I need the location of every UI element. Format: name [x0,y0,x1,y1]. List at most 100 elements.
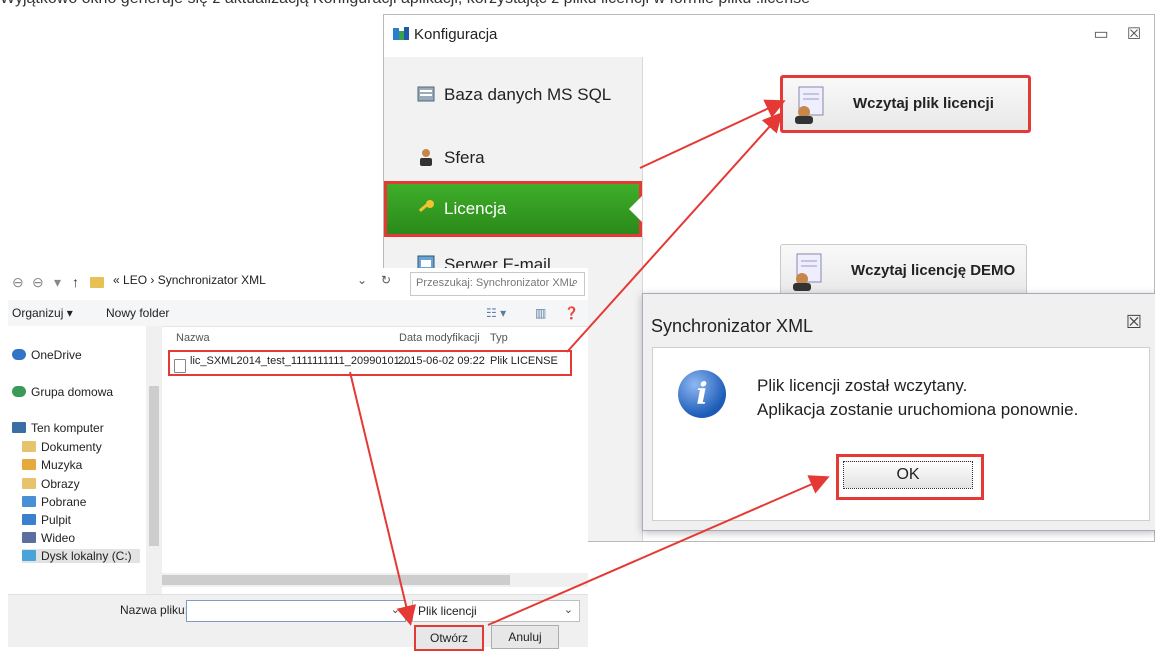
close-button[interactable]: ☒ [1122,23,1146,47]
tree-label-videos: Wideo [41,531,76,545]
window-title: Konfiguracja [414,26,498,43]
forward-arrow-icon[interactable]: ⊖ [32,274,44,291]
user-icon [420,149,432,166]
back-arrow-icon[interactable]: ⊖ [12,274,24,291]
folder-icon [90,274,109,290]
load-license-button[interactable]: Wczytaj plik licencji [780,75,1031,133]
tree-label-desktop: Pulpit [41,513,72,527]
up-arrow-icon[interactable]: ↑ [72,274,79,290]
key-icon [418,200,434,212]
load-license-label: Wczytaj plik licencji [853,95,994,112]
tree-label-downloads: Pobrane [41,495,87,509]
tree-label-music: Muzyka [41,458,83,472]
ok-button[interactable]: OK [836,454,984,500]
breadcrumb-separator: › [150,273,155,287]
desktop-folder-icon [22,514,36,525]
nav-item-licencja[interactable]: Licencja [384,181,642,237]
nav-label-licencja: Licencja [444,199,507,218]
file-type: Plik LICENSE [490,355,558,367]
info-icon: i [678,370,726,418]
message-line-1: Plik licencji został wczytany. [757,376,968,395]
view-options-icon[interactable]: ☷ ▾ [486,306,506,320]
nav-item-database[interactable]: Baza danych MS SQL [384,67,642,123]
message-title: Synchronizator XML [651,316,814,336]
tree-downloads[interactable]: Pobrane [22,495,86,509]
file-list: Nazwa Data modyfikacji Typ lic_SXML2014_… [162,326,588,596]
tree-onedrive[interactable]: OneDrive [12,348,82,362]
dropdown-icon[interactable]: ▾ [54,274,61,291]
filename-dropdown-icon[interactable]: ⌄ [391,603,400,616]
tree-videos[interactable]: Wideo [22,531,75,545]
tree-documents[interactable]: Dokumenty [22,440,102,454]
onedrive-icon [12,349,26,360]
column-type[interactable]: Typ [490,332,508,344]
breadcrumb-leo[interactable]: LEO [123,273,147,287]
drive-icon [22,550,36,561]
tree-local-disk[interactable]: Dysk lokalny (C:) [22,549,140,563]
navigation-tree: OneDrive Grupa domowa Ten komputer Dokum… [8,326,149,596]
organize-button[interactable]: Organizuj ▾ [12,306,73,320]
load-demo-button[interactable]: Wczytaj licencję DEMO [780,244,1027,298]
file-date: 2015-06-02 09:22 [398,355,485,367]
nav-label-database: Baza danych MS SQL [444,85,612,104]
tree-desktop[interactable]: Pulpit [22,513,71,527]
address-bar: ⊖ ⊖ ▾ ↑ « LEO › Synchronizator XML ⌄ ↻ P… [8,268,588,300]
nav-item-sfera[interactable]: Sfera [384,130,642,186]
computer-icon [12,422,26,433]
breadcrumb-more[interactable]: « [113,273,120,287]
title-bar: Konfiguracja ▭ ☒ [384,15,1154,57]
tree-computer[interactable]: Ten komputer [12,421,104,435]
tree-homegroup[interactable]: Grupa domowa [12,385,113,399]
folder-icon [22,441,36,452]
message-body: i Plik licencji został wczytany. Aplikac… [652,347,1150,521]
column-date[interactable]: Data modyfikacji [399,332,480,344]
search-icon: ⌕ [571,276,578,288]
file-type-select[interactable]: Plik licencji ⌄ [412,600,580,622]
tree-pictures[interactable]: Obrazy [22,477,80,491]
dialog-bottom-bar: Nazwa pliku: ⌄ Plik licencji ⌄ Otwórz An… [8,594,588,651]
file-type-dropdown-icon[interactable]: ⌄ [564,603,573,616]
message-box: Synchronizator XML ☒ i Plik licencji zos… [642,293,1155,531]
filename-input[interactable]: ⌄ [186,600,406,622]
preview-pane-icon[interactable]: ▥ [535,306,546,320]
file-list-scrollbar[interactable] [148,573,588,587]
certificate-demo-icon [793,253,822,291]
intro-text: Wyjątkowo okno generuje się z aktualizac… [0,0,810,8]
file-name: lic_SXML2014_test_1111111111_20990101...… [190,355,413,367]
filename-label: Nazwa pliku: [120,603,189,617]
refresh-icon[interactable]: ↻ [381,273,391,287]
active-pointer [629,196,642,222]
ok-label: OK [843,461,973,489]
message-close-button[interactable]: ☒ [1126,312,1142,333]
toolbar: Organizuj ▾ Nowy folder ☷ ▾ ▥ ❓ [8,300,588,327]
path-dropdown-icon[interactable]: ⌄ [357,273,367,287]
breadcrumb[interactable]: « LEO › Synchronizator XML ⌄ ↻ [113,273,403,295]
cancel-button[interactable]: Anuluj [491,625,559,649]
minimize-button[interactable]: ▭ [1089,23,1113,47]
new-folder-button[interactable]: Nowy folder [106,306,169,320]
tree-label-local-disk: Dysk lokalny (C:) [41,549,132,563]
file-type-value: Plik licencji [418,604,477,618]
tree-scrollbar[interactable] [146,326,162,596]
breadcrumb-current[interactable]: Synchronizator XML [158,273,266,287]
homegroup-icon [12,386,26,397]
music-folder-icon [22,459,36,470]
message-line-2: Aplikacja zostanie uruchomiona ponownie. [757,400,1079,419]
search-input[interactable]: Przeszukaj: Synchronizator XML ⌕ [410,272,585,296]
database-icon [417,86,435,102]
open-button[interactable]: Otwórz [414,625,484,651]
tree-label-pictures: Obrazy [41,477,80,491]
tree-music[interactable]: Muzyka [22,458,82,472]
nav-label-sfera: Sfera [444,148,485,167]
tree-label-computer: Ten komputer [31,421,104,435]
help-icon[interactable]: ❓ [564,306,579,320]
file-list-scroll-thumb[interactable] [162,575,510,585]
certificate-icon [795,86,824,124]
load-demo-label: Wczytaj licencję DEMO [851,262,1016,279]
tree-label-homegroup: Grupa domowa [31,385,114,399]
file-row-license[interactable]: lic_SXML2014_test_1111111111_20990101...… [168,350,572,376]
column-name[interactable]: Nazwa [176,332,210,344]
file-open-dialog: ⊖ ⊖ ▾ ↑ « LEO › Synchronizator XML ⌄ ↻ P… [8,268,588,651]
tree-scroll-thumb[interactable] [149,386,159,546]
search-placeholder: Przeszukaj: Synchronizator XML [416,277,575,289]
